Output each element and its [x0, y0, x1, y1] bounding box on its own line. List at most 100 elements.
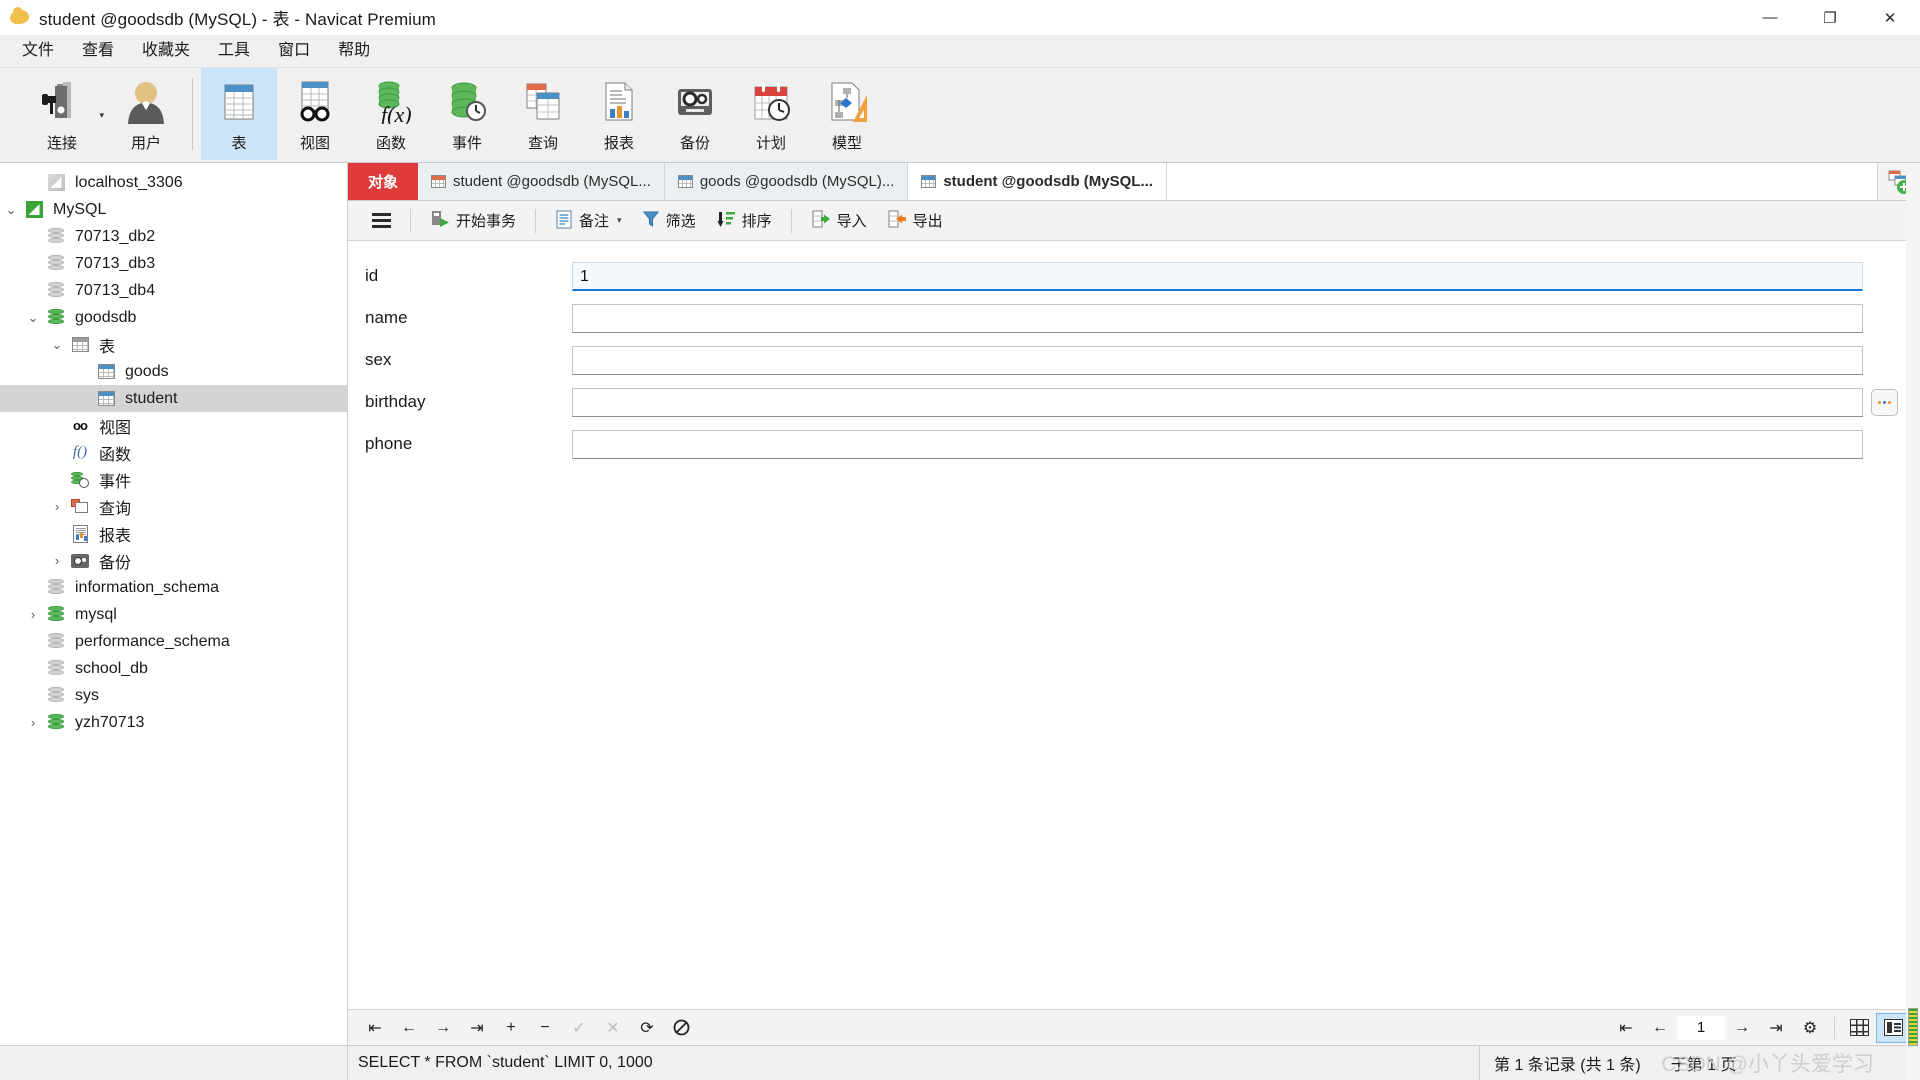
sort-button[interactable]: 排序	[706, 204, 782, 238]
chevron-down-icon[interactable]: ▾	[617, 215, 622, 226]
toolbar-model[interactable]: 模型	[809, 68, 885, 160]
tree-node-events[interactable]: 事件	[0, 466, 347, 493]
stop-button[interactable]	[664, 1013, 698, 1043]
tree-node-label: 70713_db2	[75, 227, 156, 245]
settings-gear-button[interactable]: ⚙	[1793, 1013, 1827, 1043]
menu-help[interactable]: 帮助	[324, 36, 384, 66]
toolbar-model-label: 模型	[831, 135, 862, 152]
tree-twisty-collapsed[interactable]: ›	[22, 715, 44, 730]
field-input-name[interactable]	[572, 303, 1863, 333]
tree-twisty-collapsed[interactable]: ›	[46, 553, 68, 568]
tree-twisty-collapsed[interactable]: ›	[22, 607, 44, 622]
maximize-button[interactable]: ❐	[1800, 0, 1860, 35]
right-scroll-strip[interactable]	[1906, 170, 1920, 1080]
page-number-input[interactable]: 1	[1677, 1015, 1725, 1040]
tab-student-query[interactable]: student @goodsdb (MySQL...	[418, 163, 665, 200]
toolbar-user[interactable]: 用户	[108, 68, 184, 160]
menu-tools[interactable]: 工具	[204, 36, 264, 66]
close-button[interactable]: ✕	[1860, 0, 1920, 35]
tree-node-views[interactable]: oo 视图	[0, 412, 347, 439]
filter-button[interactable]: 筛选	[632, 204, 706, 238]
export-button[interactable]: 导出	[877, 204, 953, 238]
tree-node-localhost-3306[interactable]: localhost_3306	[0, 169, 347, 196]
next-page-button[interactable]: →	[1725, 1013, 1759, 1043]
tree-twisty-expanded[interactable]: ⌄	[46, 337, 68, 353]
table-icon	[677, 175, 693, 188]
menu-file[interactable]: 文件	[8, 36, 68, 66]
chevron-down-icon[interactable]: ▾	[99, 110, 104, 121]
toolbar-function[interactable]: f(x) 函数	[353, 68, 429, 160]
tree-node-queries[interactable]: › 查询	[0, 493, 347, 520]
toolbar-connection-label: 连接	[46, 135, 77, 152]
toolbar-table[interactable]: 表	[201, 68, 277, 160]
toolbar-report[interactable]: 报表	[581, 68, 657, 160]
tree-node-yzh70713[interactable]: › yzh70713	[0, 709, 347, 736]
menu-view[interactable]: 查看	[68, 36, 128, 66]
toolbar-event[interactable]: 事件	[429, 68, 505, 160]
form-view-button[interactable]	[1876, 1012, 1910, 1043]
tree-node-mysql-db[interactable]: › mysql	[0, 601, 347, 628]
first-page-button[interactable]: ⇤	[1609, 1013, 1643, 1043]
tree-twisty-expanded[interactable]: ⌄	[22, 310, 44, 326]
scroll-thumb[interactable]	[1908, 1008, 1918, 1046]
prev-page-button[interactable]: ←	[1643, 1013, 1677, 1043]
tab-objects[interactable]: 对象	[348, 163, 419, 200]
record-action-bar: 开始事务 备注 ▾ 筛选 排序 导入 导出	[348, 201, 1920, 241]
tree-node-functions[interactable]: f() 函数	[0, 439, 347, 466]
tree-node-goodsdb[interactable]: ⌄ goodsdb	[0, 304, 347, 331]
tree-node-table-student[interactable]: student	[0, 385, 347, 412]
next-record-button[interactable]: →	[426, 1013, 460, 1043]
tree-node-performance-schema[interactable]: performance_schema	[0, 628, 347, 655]
toolbar-function-label: 函数	[375, 135, 406, 152]
toolbar-schedule[interactable]: 计划	[733, 68, 809, 160]
tree-node-70713-db3[interactable]: 70713_db3	[0, 250, 347, 277]
tree-node-sys[interactable]: sys	[0, 682, 347, 709]
tree-node-backups[interactable]: › 备份	[0, 547, 347, 574]
field-label-phone: phone	[365, 434, 413, 453]
tree-node-70713-db4[interactable]: 70713_db4	[0, 277, 347, 304]
delete-record-button[interactable]: −	[528, 1013, 562, 1043]
note-label: 备注	[579, 213, 610, 230]
minimize-button[interactable]: —	[1740, 0, 1800, 35]
tree-twisty-expanded[interactable]: ⌄	[0, 202, 22, 218]
user-icon	[120, 78, 172, 126]
toolbar-query[interactable]: 查询	[505, 68, 581, 160]
field-input-sex[interactable]	[572, 345, 1863, 375]
tree-node-70713-db2[interactable]: 70713_db2	[0, 223, 347, 250]
begin-transaction-button[interactable]: 开始事务	[420, 204, 526, 238]
last-record-button[interactable]: ⇥	[460, 1013, 494, 1043]
toolbar-connection[interactable]: 连接 ▾	[16, 68, 108, 160]
import-button[interactable]: 导入	[801, 204, 877, 238]
prev-record-button[interactable]: ←	[392, 1013, 426, 1043]
field-input-phone[interactable]	[572, 429, 1863, 459]
grid-menu-button[interactable]	[362, 208, 401, 233]
last-page-button[interactable]: ⇥	[1759, 1013, 1793, 1043]
toolbar-backup[interactable]: 备份	[657, 68, 733, 160]
toolbar-view[interactable]: 视图	[277, 68, 353, 160]
add-record-button[interactable]: +	[494, 1013, 528, 1043]
first-record-button[interactable]: ⇤	[358, 1013, 392, 1043]
refresh-button[interactable]: ⟳	[630, 1013, 664, 1043]
menu-favorites[interactable]: 收藏夹	[128, 36, 204, 66]
tree-node-reports[interactable]: 报表	[0, 520, 347, 547]
tree-node-tables-folder[interactable]: ⌄ 表	[0, 331, 347, 358]
field-editor-ellipsis-button[interactable]	[1871, 388, 1898, 416]
tree-node-mysql-connection[interactable]: ⌄ MySQL	[0, 196, 347, 223]
tree-node-table-goods[interactable]: goods	[0, 358, 347, 385]
export-label: 导出	[912, 213, 943, 230]
field-input-id[interactable]: 1	[572, 261, 1863, 291]
toolbar-view-label: 视图	[299, 135, 330, 152]
tree-twisty-collapsed[interactable]: ›	[46, 499, 68, 514]
action-separator	[535, 208, 537, 233]
tree-node-information-schema[interactable]: information_schema	[0, 574, 347, 601]
begin-transaction-label: 开始事务	[456, 213, 517, 230]
tab-goods-table[interactable]: goods @goodsdb (MySQL)...	[664, 163, 909, 200]
tree-node-school-db[interactable]: school_db	[0, 655, 347, 682]
object-tree-sidebar[interactable]: localhost_3306 ⌄ MySQL 70713_db2 70713_d…	[0, 163, 348, 1045]
backup-icon	[669, 78, 721, 126]
grid-view-button[interactable]	[1842, 1013, 1876, 1043]
tab-student-table[interactable]: student @goodsdb (MySQL...	[908, 163, 1167, 200]
note-button[interactable]: 备注 ▾	[545, 204, 632, 238]
menu-window[interactable]: 窗口	[264, 36, 324, 66]
field-input-birthday[interactable]	[572, 387, 1863, 417]
